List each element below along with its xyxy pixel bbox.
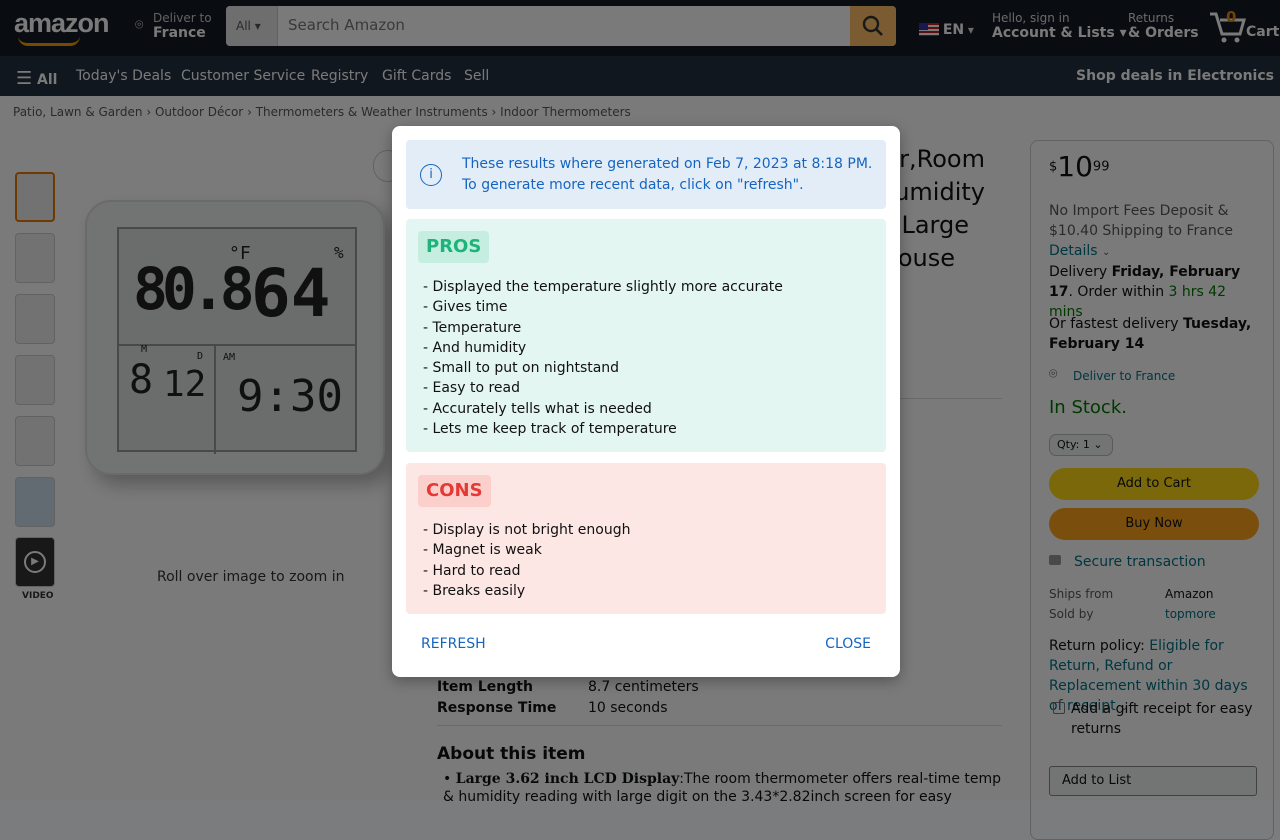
- sold-by: Sold by topmore: [1049, 607, 1216, 621]
- pros-panel: PROS - Displayed the temperature slightl…: [406, 219, 886, 452]
- pro-item: - Temperature: [423, 319, 522, 336]
- deliver-location: France: [153, 25, 206, 41]
- add-to-list-button[interactable]: Add to List: [1049, 766, 1257, 796]
- thumbnail[interactable]: [15, 355, 55, 405]
- quantity-select[interactable]: Qty: 1 ⌄: [1049, 434, 1113, 456]
- info-icon: i: [420, 164, 442, 186]
- about-title: About this item: [437, 744, 586, 764]
- pros-cons-dialog: i These results where generated on Feb 7…: [392, 126, 900, 677]
- info-line: To generate more recent data, click on "…: [462, 177, 804, 193]
- deliver-label: Deliver to: [153, 11, 212, 25]
- ships-from: Ships from Amazon: [1049, 587, 1214, 601]
- returns-orders[interactable]: Returns & Orders: [1128, 11, 1199, 41]
- pro-item: - Gives time: [423, 299, 508, 316]
- thumbnail[interactable]: [15, 477, 55, 527]
- top-nav: amazon ⌾ Deliver to France All ▾ Search …: [0, 0, 1280, 56]
- nav-todays-deals[interactable]: Today's Deals: [76, 68, 171, 84]
- zoom-hint: Roll over image to zoom in: [157, 569, 345, 585]
- shipping-info: No Import Fees Deposit & $10.40 Shipping…: [1049, 203, 1234, 239]
- search-button[interactable]: [850, 6, 896, 46]
- cart-label: Cart: [1246, 24, 1280, 40]
- gift-receipt: Add a gift receipt for easy returns: [1049, 699, 1264, 739]
- price: $1099: [1049, 150, 1110, 183]
- language-selector[interactable]: EN ▾: [919, 22, 974, 38]
- delivery-info: Delivery Friday, February 17. Order with…: [1049, 264, 1241, 320]
- pros-list: - Displayed the temperature slightly mor…: [423, 277, 783, 439]
- all-menu-button[interactable]: ☰ All: [16, 68, 57, 89]
- pro-item: - Accurately tells what is needed: [423, 400, 652, 417]
- refresh-button[interactable]: REFRESH: [421, 636, 486, 652]
- close-button[interactable]: CLOSE: [825, 636, 871, 652]
- cons-badge: CONS: [418, 475, 491, 507]
- search-bar: All ▾ Search Amazon: [226, 6, 896, 46]
- con-item: - Magnet is weak: [423, 542, 542, 559]
- search-input[interactable]: Search Amazon: [288, 16, 405, 34]
- breadcrumb-item[interactable]: Thermometers & Weather Instruments: [256, 105, 488, 119]
- lock-icon: [1049, 555, 1061, 565]
- deliver-to[interactable]: ⌾ Deliver to France: [135, 11, 212, 41]
- video-thumbnail[interactable]: ▶: [15, 537, 55, 587]
- search-icon: [862, 15, 883, 36]
- nav-sell[interactable]: Sell: [464, 68, 489, 84]
- nav-customer-service[interactable]: Customer Service: [181, 68, 305, 84]
- pro-item: - Displayed the temperature slightly mor…: [423, 279, 783, 295]
- sub-nav: ☰ All Today's Deals Customer Service Reg…: [0, 56, 1280, 96]
- pro-item: - Lets me keep track of temperature: [423, 421, 677, 438]
- divider: [900, 398, 1002, 399]
- location-pin-icon: ⌾: [135, 17, 144, 33]
- cart[interactable]: 0 Cart: [1208, 8, 1280, 48]
- details-link[interactable]: Details ⌄: [1049, 241, 1264, 263]
- thumbnail[interactable]: [15, 294, 55, 344]
- thumbnail[interactable]: [15, 233, 55, 283]
- add-to-cart-button[interactable]: Add to Cart: [1049, 468, 1259, 500]
- con-item: - Hard to read: [423, 562, 521, 579]
- breadcrumb-item[interactable]: Outdoor Décor: [155, 105, 243, 119]
- cart-count: 0: [1226, 8, 1237, 26]
- buy-now-button[interactable]: Buy Now: [1049, 508, 1259, 540]
- amazon-smile-icon: [18, 36, 80, 46]
- con-item: - Display is not bright enough: [423, 522, 631, 538]
- video-label: VIDEO: [22, 591, 54, 601]
- us-flag-icon: [919, 23, 939, 36]
- nav-registry[interactable]: Registry: [311, 68, 368, 84]
- pro-item: - Small to put on nightstand: [423, 360, 620, 377]
- buy-box: $1099 No Import Fees Deposit & $10.40 Sh…: [1030, 140, 1274, 840]
- breadcrumb-item[interactable]: Indoor Thermometers: [500, 105, 631, 119]
- about-bullet: • Large 3.62 inch LCD Display:The room t…: [443, 771, 1002, 805]
- info-banner: i These results where generated on Feb 7…: [406, 140, 886, 209]
- divider: [437, 725, 1002, 726]
- thumbnail[interactable]: [15, 172, 55, 222]
- hamburger-icon: ☰: [16, 68, 33, 89]
- fastest-delivery: Or fastest delivery Tuesday, February 14: [1049, 316, 1252, 352]
- play-icon: ▶: [24, 551, 46, 573]
- location-icon: ⌾: [1049, 366, 1058, 382]
- gift-receipt-checkbox[interactable]: [1053, 702, 1065, 714]
- con-item: - Breaks easily: [423, 582, 526, 599]
- product-image[interactable]: °F 80.8 64 % M 8 D 12 AM 9:30: [85, 200, 385, 475]
- breadcrumb: Patio, Lawn & Garden › Outdoor Décor › T…: [13, 105, 631, 119]
- search-category-select[interactable]: All ▾: [226, 6, 278, 46]
- amazon-logo[interactable]: amazon: [14, 8, 110, 39]
- nav-gift-cards[interactable]: Gift Cards: [382, 68, 451, 84]
- info-line: These results where generated on Feb 7, …: [462, 156, 873, 172]
- stock-status: In Stock.: [1049, 397, 1127, 418]
- pros-badge: PROS: [418, 231, 490, 263]
- secure-transaction[interactable]: Secure transaction: [1049, 552, 1264, 572]
- pro-item: - And humidity: [423, 339, 527, 356]
- breadcrumb-item[interactable]: Patio, Lawn & Garden: [13, 105, 143, 119]
- account-lists[interactable]: Hello, sign in Account & Lists ▾: [992, 11, 1127, 41]
- cons-list: - Display is not bright enough - Magnet …: [423, 520, 630, 601]
- pro-item: - Easy to read: [423, 380, 520, 397]
- shop-deals-electronics[interactable]: Shop deals in Electronics: [1076, 68, 1274, 84]
- cons-panel: CONS - Display is not bright enough - Ma…: [406, 463, 886, 614]
- thumbnail[interactable]: [15, 416, 55, 466]
- deliver-to-link[interactable]: ⌾ Deliver to France: [1049, 366, 1264, 386]
